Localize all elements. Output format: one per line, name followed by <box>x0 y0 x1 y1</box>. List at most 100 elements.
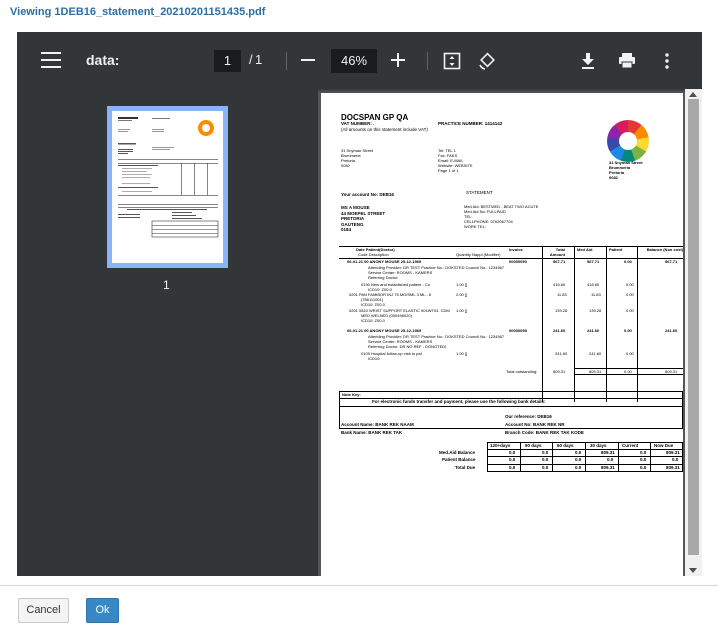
visit-notes: Attending Provider: DR TEST Practice No.… <box>368 265 505 280</box>
visit-medaid: 241.60 <box>587 328 600 333</box>
page-thumbnail[interactable] <box>107 106 228 268</box>
aging-cell: 809.31 <box>601 465 615 470</box>
aging-header-60: 60 days <box>557 443 574 448</box>
print-icon[interactable] <box>618 52 636 74</box>
visit-balance: 567.71 <box>665 259 678 264</box>
line-item-qty: 1.00 [] <box>456 308 468 313</box>
account-number: Your account No: DEB16 <box>341 192 394 197</box>
line-item-total: 416.60 <box>553 282 566 287</box>
line-item: 0190 New and established patient - Co ICD… <box>361 282 430 292</box>
our-reference: Our reference: DEB16 <box>505 414 552 419</box>
aging-cell: 809.31 <box>666 465 680 470</box>
pdf-toolbar: data: 1 / 1 46% <box>17 32 702 89</box>
aging-header-30: 30 days <box>590 443 607 448</box>
rotate-icon[interactable] <box>477 51 497 76</box>
total-outstanding-amount: 809.31 <box>553 369 566 374</box>
col-header-balance: Balance (Non cost) <box>646 247 683 252</box>
aging-cell: 0.0 <box>509 450 516 455</box>
pdf-page: DOCSPAN GP QA VAT NUMBER: . PRACTICE NUM… <box>321 93 683 576</box>
scroll-up-icon[interactable] <box>689 92 697 97</box>
visit-medaid: 567.71 <box>587 259 600 264</box>
scroll-down-icon[interactable] <box>689 568 697 573</box>
col-header-qty: Quantity Nappi (Modifier) <box>456 252 501 257</box>
aging-header-120: 120+days <box>490 443 511 448</box>
aging-row-label: Patient Balance <box>442 457 476 462</box>
vertical-scrollbar[interactable] <box>685 89 702 576</box>
visit-patient: 0.00 <box>624 328 632 333</box>
line-item: 0201 PAN FAMIBOR INJ 75 MG/SML 3 ML - 6(… <box>349 292 432 307</box>
bank-account-name: Account Name: BANK REK NAAM <box>341 422 414 427</box>
aging-cell: 809.31 <box>666 450 680 455</box>
more-icon[interactable] <box>665 53 669 74</box>
line-item-qty: 2.00 [] <box>456 292 468 297</box>
vat-note: (All amounts on this statement include V… <box>341 127 428 132</box>
line-item-patient: 0.00 <box>626 292 634 297</box>
page-number-input[interactable]: 1 <box>214 50 241 72</box>
line-item-qty: 1.00 [] <box>456 282 468 287</box>
ok-button[interactable]: Ok <box>86 598 119 623</box>
aging-cell: 809.31 <box>601 450 615 455</box>
line-item-medaid: 416.60 <box>587 282 600 287</box>
aging-cell: 0.0 <box>640 457 647 462</box>
line-item: 0201 0810 WRIST SUPPORT ELASTIC 901WT04.… <box>349 308 450 323</box>
bank-account-number: Account No: BANK REK NR <box>505 422 565 427</box>
practice-logo <box>607 120 649 162</box>
visit-invoice: 00000058 <box>509 328 527 333</box>
thumbnail-sidebar: 1 <box>17 89 318 576</box>
pdf-viewer: data: 1 / 1 46% 1 DOCSPAN GP QA VAT NUMB… <box>17 32 702 576</box>
col-header-code: Code Description <box>358 252 389 257</box>
aging-cell: 0.0 <box>575 450 582 455</box>
dialog-footer: Cancel Ok <box>0 585 718 632</box>
line-item-total: 241.60 <box>555 351 568 356</box>
visit-notes: Attending Provider: DR TEST Practice No.… <box>368 334 505 349</box>
line-item-qty: 1.00 [] <box>456 351 468 356</box>
aging-cell: 0.0 <box>607 457 614 462</box>
line-item-total: 139.28 <box>555 308 568 313</box>
page-separator: / <box>249 52 253 67</box>
note-key: Note Key: <box>342 392 361 397</box>
toolbar-divider <box>286 52 287 70</box>
aging-cell: 0.0 <box>672 457 679 462</box>
scrollbar-thumb[interactable] <box>688 99 699 555</box>
aging-cell: 0.0 <box>509 465 516 470</box>
vat-number: VAT NUMBER: . <box>341 121 375 126</box>
aging-cell: 0.0 <box>509 457 516 462</box>
cancel-button[interactable]: Cancel <box>18 598 69 623</box>
aging-cell: 0.0 <box>575 457 582 462</box>
visit-total: 567.71 <box>553 259 566 264</box>
zoom-out-icon[interactable] <box>301 59 315 61</box>
col-header-invoice: Invoice <box>509 247 523 252</box>
aging-cell: 0.0 <box>542 465 549 470</box>
menu-icon[interactable] <box>41 52 61 68</box>
visit-invoice: 00000050 <box>509 259 527 264</box>
visit-total: 241.60 <box>553 328 566 333</box>
line-item-medaid: 241.60 <box>589 351 602 356</box>
dialog-titlebar: Viewing 1DEB16_statement_20210201151435.… <box>0 0 718 24</box>
fit-page-icon[interactable] <box>443 52 461 75</box>
thumbnail-page-number: 1 <box>163 278 170 292</box>
aging-row-label: Med.Aid Balance <box>439 450 476 455</box>
visit-line: 06-01-21 00 ANONY MOUSE 25-12-1969 <box>347 328 422 333</box>
document-name: data: <box>86 52 120 68</box>
page-total: 1 <box>255 52 263 67</box>
visit-patient: 0.00 <box>624 259 632 264</box>
zoom-level-input[interactable]: 46% <box>331 49 377 73</box>
col-header-total: Total Amount <box>549 247 565 257</box>
aging-row-label: Total Due <box>455 465 476 470</box>
visit-line: 06-01-21 00 ANONY MOUSE 25-12-1969 <box>347 259 422 264</box>
total-outstanding-label: Total outstanding: <box>506 369 538 374</box>
patient-address: MS A MOUSE 44 MOEPEL STREET PRETORIA GAUTEN… <box>341 205 386 232</box>
bank-name: Bank Name: BANK REK TAK <box>341 430 403 435</box>
practice-number: PRACTICE NUMBER: 1414142 <box>438 121 503 126</box>
practice-address-right: 31 Snyman Street Brummeria Pretoria 0082 <box>609 160 643 180</box>
practice-address: 31 Snyman Street Brummeria Pretoria 0082 <box>341 148 374 168</box>
dialog-title: Viewing 1DEB16_statement_20210201151435.… <box>10 6 266 18</box>
aging-cell: 0.0 <box>640 450 647 455</box>
aging-cell: 0.0 <box>542 450 549 455</box>
bank-branch-code: Branch Code: BANK REK TAK KODE <box>505 430 584 435</box>
toolbar-divider <box>427 52 428 70</box>
line-item-medaid: 139.28 <box>589 308 602 313</box>
aging-cell: 0.0 <box>542 457 549 462</box>
download-icon[interactable] <box>580 52 596 75</box>
zoom-in-icon[interactable] <box>391 53 405 67</box>
